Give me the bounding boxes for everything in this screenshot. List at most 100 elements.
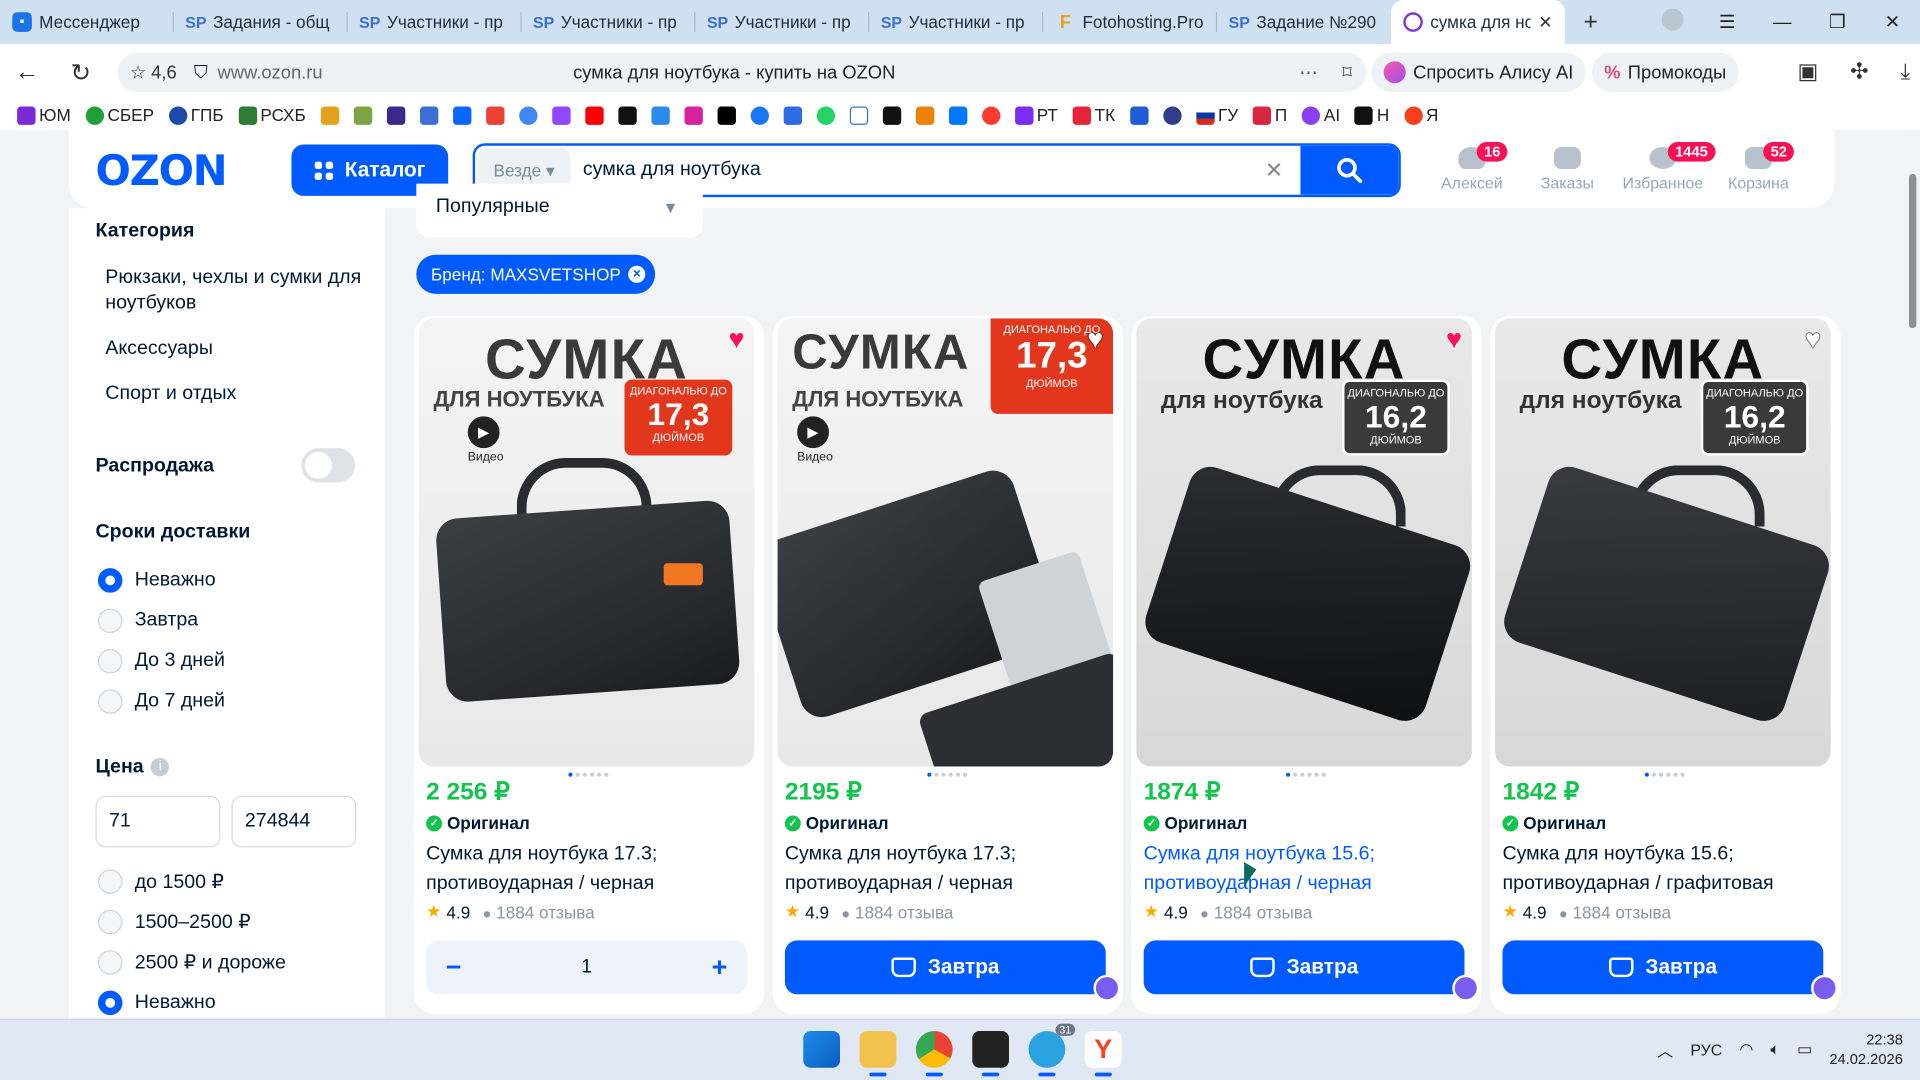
product-name[interactable]: Сумка для ноутбука 17.3; противоударная … <box>426 840 754 899</box>
facebook-icon[interactable] <box>750 105 769 125</box>
product-name[interactable]: Сумка для ноутбука 17.3; противоударная … <box>785 840 1113 899</box>
tab-sp-members-1[interactable]: SP Участники - пр <box>348 0 522 44</box>
tab-messenger[interactable]: ▪ Мессенджер <box>0 0 174 44</box>
product-card[interactable]: СУМКА для ноутбука ДИАГОНАЛЬЮ ДО 16,2 ДЮЙМ… <box>1490 315 1841 1014</box>
price-option[interactable]: Неважно <box>97 990 216 1016</box>
price-max-input[interactable]: 274844 <box>231 795 357 848</box>
menu-icon[interactable]: ☰ <box>1700 11 1755 33</box>
close-window-button[interactable]: ✕ <box>1865 11 1920 33</box>
search-button[interactable] <box>1300 145 1399 195</box>
maximize-button[interactable]: ❐ <box>1810 11 1865 33</box>
tab-task-290[interactable]: SP Задание №290 <box>1217 0 1391 44</box>
more-icon[interactable]: ⋯ <box>1299 61 1317 83</box>
emblem-icon[interactable] <box>1162 105 1182 125</box>
t-icon[interactable] <box>849 105 868 125</box>
favorites-link[interactable]: 1445 Избранное <box>1614 142 1716 192</box>
site-rating[interactable]: ☆ 4,6 <box>130 61 177 83</box>
bank-icon[interactable] <box>1129 105 1149 125</box>
wifi-icon[interactable]: ◠ <box>1739 1040 1753 1060</box>
tiktok-icon[interactable] <box>717 105 736 125</box>
vk-video-icon[interactable] <box>783 105 802 125</box>
clock[interactable]: 22:38 24.02.2026 <box>1829 1030 1903 1069</box>
bookmark-tk[interactable]: ТК <box>1072 105 1115 125</box>
price-option[interactable]: до 1500 ₽ <box>97 869 224 894</box>
bookmark-rshb[interactable]: РСХБ <box>238 105 306 125</box>
chrome-icon[interactable] <box>915 1031 953 1077</box>
product-image[interactable]: СУМКА ДЛЯ НОУТБУКА ДИАГОНАЛЬЮ ДО 17,3 ДЮЙМ… <box>777 318 1114 767</box>
vk-icon[interactable] <box>948 105 967 125</box>
price-option[interactable]: 1500–2500 ₽ <box>97 909 251 935</box>
category-item[interactable]: Аксессуары <box>105 336 362 362</box>
gallery-icon[interactable]: ▣ <box>1797 59 1818 85</box>
favorite-heart-icon[interactable]: ♥ <box>1087 325 1103 353</box>
product-card[interactable]: СУМКА ДЛЯ НОУТБУКА ДИАГОНАЛЬЮ ДО 17,3 ДЮЙМ… <box>772 315 1123 1014</box>
product-card[interactable]: СУМКА для ноутбука ДИАГОНАЛЬЮ ДО 16,2 ДЮЙМ… <box>1131 315 1482 1014</box>
ask-alice-button[interactable]: Спросить Алису AI <box>1371 52 1586 92</box>
mail-icon[interactable] <box>452 105 472 125</box>
reload-button[interactable]: ↻ <box>54 57 108 88</box>
add-to-cart-button[interactable]: Завтра <box>784 940 1106 995</box>
gmail-icon[interactable] <box>485 105 505 125</box>
favorite-heart-icon[interactable]: ♥ <box>729 325 745 353</box>
product-name[interactable]: Сумка для ноутбука 15.6; противоударная … <box>1502 840 1830 899</box>
youtube-icon[interactable] <box>584 105 604 125</box>
sort-select[interactable]: Популярные ▼ <box>416 183 703 238</box>
bookmark-ai[interactable]: AI <box>1301 105 1340 125</box>
bookmark-gpb[interactable]: ГПБ <box>168 105 224 125</box>
twitch-icon[interactable] <box>551 105 571 125</box>
close-tab-icon[interactable]: ✕ <box>1538 12 1552 33</box>
tab-ozon-active[interactable]: сумка для но ✕ <box>1391 0 1565 45</box>
plus-button[interactable]: + <box>712 951 728 983</box>
bookmark-ya[interactable]: Я <box>1403 105 1438 125</box>
sf-icon[interactable] <box>353 105 372 125</box>
fotohosting-icon[interactable] <box>320 105 339 125</box>
profile-link[interactable]: 16 Алексей <box>1423 142 1521 192</box>
back-button[interactable]: ← <box>0 58 54 86</box>
orders-link[interactable]: Заказы <box>1518 146 1616 192</box>
video-badge[interactable]: ▶ Видео <box>467 416 504 464</box>
tab-sp-members-3[interactable]: SP Участники - пр <box>696 0 870 44</box>
brand-filter-chip[interactable]: Бренд: MAXSVETSHOP × <box>416 254 656 294</box>
language-indicator[interactable]: РУС <box>1690 1040 1722 1058</box>
plus-app-icon[interactable] <box>882 105 901 125</box>
file-explorer-icon[interactable] <box>859 1031 897 1077</box>
instagram-icon[interactable] <box>684 105 703 125</box>
delivery-option[interactable]: Завтра <box>97 608 198 634</box>
promo-codes-button[interactable]: % Промокоды <box>1591 52 1739 92</box>
clear-search-icon[interactable]: ✕ <box>1265 158 1283 184</box>
delivery-option[interactable]: До 3 дней <box>97 648 225 674</box>
bookmark-icon[interactable]: ⌑ <box>1342 61 1351 83</box>
assistant-badge-icon[interactable] <box>1811 974 1838 1002</box>
odnoklassniki-icon[interactable] <box>915 105 934 125</box>
tab-sp-members-4[interactable]: SP Участники - пр <box>869 0 1044 44</box>
telegram-icon[interactable]: 31 <box>1028 1023 1076 1077</box>
delivery-option[interactable]: Неважно <box>97 568 216 593</box>
product-name[interactable]: Сумка для ноутбука 15.6; противоударная … <box>1144 840 1472 899</box>
scrollbar-thumb[interactable] <box>1908 173 1917 329</box>
start-icon[interactable] <box>803 1031 841 1068</box>
chevron-up-icon[interactable]: ︿ <box>1657 1038 1673 1061</box>
minus-button[interactable]: − <box>446 951 462 983</box>
tab-fotohosting[interactable]: F Fotohosting.Pro <box>1043 0 1218 44</box>
bookmark-sber[interactable]: СБЕР <box>85 105 154 125</box>
profile-icon[interactable] <box>1645 8 1700 36</box>
favorite-heart-icon[interactable]: ♥ <box>1805 325 1821 353</box>
record-icon[interactable] <box>981 105 1001 125</box>
assistant-badge-icon[interactable] <box>1093 974 1121 1002</box>
minimize-button[interactable]: — <box>1755 12 1810 33</box>
bookmark-rt[interactable]: РТ <box>1014 105 1058 125</box>
whatsapp-icon[interactable] <box>816 105 835 125</box>
shield-icon[interactable]: ⛉ <box>194 62 208 83</box>
category-item[interactable]: Рюкзаки, чехлы и сумки для ноутбуков <box>105 264 362 315</box>
bookmark-um[interactable]: ЮМ <box>17 105 71 125</box>
page-scrollbar[interactable] <box>1905 129 1920 1019</box>
category-item[interactable]: Спорт и отдых <box>105 381 362 407</box>
bookmark-n[interactable]: Н <box>1354 105 1389 125</box>
url-field[interactable]: ☆ 4,6 ⛉ www.ozon.ru сумка для ноутбука - … <box>117 52 1367 92</box>
add-to-cart-button[interactable]: Завтра <box>1502 940 1824 995</box>
product-image[interactable]: СУМКА для ноутбука ДИАГОНАЛЬЮ ДО 16,2 ДЮЙМ… <box>1495 318 1831 767</box>
sp-icon[interactable] <box>419 105 438 125</box>
cart-link[interactable]: 52 Корзина <box>1709 142 1807 192</box>
delivery-option[interactable]: До 7 дней <box>97 689 225 714</box>
yandex-browser-icon[interactable]: Y <box>1084 1031 1122 1077</box>
